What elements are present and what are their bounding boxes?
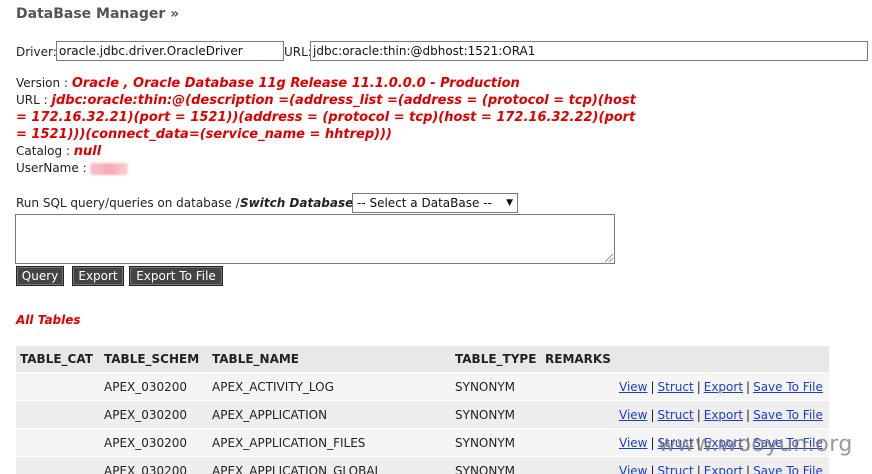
view-link[interactable]: View [619,408,647,422]
separator: | [696,380,701,394]
username-redacted [90,162,129,175]
row-actions: View | Struct | Export | Save To File [619,408,823,422]
struct-link[interactable]: Struct [658,464,694,474]
cell-name: APEX_APPLICATION_FILES [212,436,366,450]
cell-name: APEX_ACTIVITY_LOG [212,380,334,394]
sql-toolbar: Run SQL query/queries on database / Swit… [16,193,636,213]
separator: | [746,464,751,474]
resize-grip-icon[interactable] [605,254,613,262]
cell-type: SYNONYM [455,464,516,474]
page-title: DataBase Manager » [16,6,180,22]
username-label: UserName : [16,161,87,175]
view-link[interactable]: View [619,380,647,394]
separator: | [746,380,751,394]
view-link[interactable]: View [619,436,647,450]
cell-type: SYNONYM [455,408,516,422]
connection-info: Version : Oracle , Oracle Database 11g R… [16,75,636,176]
cell-name: APEX_APPLICATION [212,408,328,422]
separator: | [650,408,655,422]
export-link[interactable]: Export [704,380,743,394]
connection-row: Driver: oracle.jdbc.driver.OracleDriver … [16,41,872,63]
sql-query-textarea[interactable] [15,214,615,264]
separator: | [696,464,701,474]
cell-schem: APEX_030200 [104,408,188,422]
export-link[interactable]: Export [704,408,743,422]
cell-name: APEX_APPLICATION_GLOBAL [212,464,382,474]
version-value: Oracle , Oracle Database 11g Release 11.… [71,76,520,91]
table-row: APEX_030200 APEX_APPLICATION_GLOBAL SYNO… [16,456,829,474]
export-button[interactable]: Export [72,266,124,286]
cell-schem: APEX_030200 [104,464,188,474]
catalog-label: Catalog : [16,144,70,158]
separator: | [746,408,751,422]
dropdown-arrow-icon: ▼ [506,198,513,208]
row-actions: View | Struct | Export | Save To File [619,380,823,394]
struct-link[interactable]: Struct [658,408,694,422]
export-to-file-button[interactable]: Export To File [129,266,223,286]
catalog-value: null [73,144,102,159]
header-remarks: REMARKS [545,352,611,366]
header-table-name: TABLE_NAME [212,352,299,366]
header-table-cat: TABLE_CAT [20,352,93,366]
version-line: Version : Oracle , Oracle Database 11g R… [16,75,636,92]
view-link[interactable]: View [619,464,647,474]
database-select-value: -- Select a DataBase -- [357,196,492,210]
separator: | [696,408,701,422]
table-row: APEX_030200 APEX_APPLICATION SYNONYM Vie… [16,400,829,428]
struct-link[interactable]: Struct [658,380,694,394]
username-line: UserName : [16,160,636,176]
save-to-file-link[interactable]: Save To File [753,408,823,422]
url-line: URL : jdbc:oracle:thin:@(description =(a… [16,92,636,143]
save-to-file-link[interactable]: Save To File [753,464,823,474]
cell-type: SYNONYM [455,380,516,394]
sql-label: Run SQL query/queries on database / [16,196,240,210]
db-manager-page: DataBase Manager » Driver: oracle.jdbc.d… [0,0,872,474]
header-table-type: TABLE_TYPE [455,352,537,366]
cell-schem: APEX_030200 [104,436,188,450]
separator: | [650,380,655,394]
version-label: Version : [16,76,68,90]
separator: | [650,436,655,450]
url-label: URL: [284,45,312,59]
catalog-line: Catalog : null [16,143,636,160]
cell-type: SYNONYM [455,436,516,450]
switch-database-label: Switch Database : [240,196,363,210]
watermark: www.wooyun.org [658,432,853,457]
save-to-file-link[interactable]: Save To File [753,380,823,394]
header-table-schem: TABLE_SCHEM [104,352,200,366]
separator: | [650,464,655,474]
all-tables-heading: All Tables [16,313,81,327]
table-header: TABLE_CAT TABLE_SCHEM TABLE_NAME TABLE_T… [16,346,829,372]
export-link[interactable]: Export [704,464,743,474]
table-row: APEX_030200 APEX_ACTIVITY_LOG SYNONYM Vi… [16,372,829,400]
cell-schem: APEX_030200 [104,380,188,394]
driver-input[interactable]: oracle.jdbc.driver.OracleDriver [56,41,284,61]
info-url-label: URL : [16,93,48,107]
info-url-value: jdbc:oracle:thin:@(description =(address… [16,93,636,142]
query-button[interactable]: Query [16,266,64,286]
url-input[interactable]: jdbc:oracle:thin:@dbhost:1521:ORA1 [310,41,868,61]
database-select[interactable]: -- Select a DataBase -- ▼ [352,193,518,213]
row-actions: View | Struct | Export | Save To File [619,464,823,474]
driver-label: Driver: [16,45,57,59]
